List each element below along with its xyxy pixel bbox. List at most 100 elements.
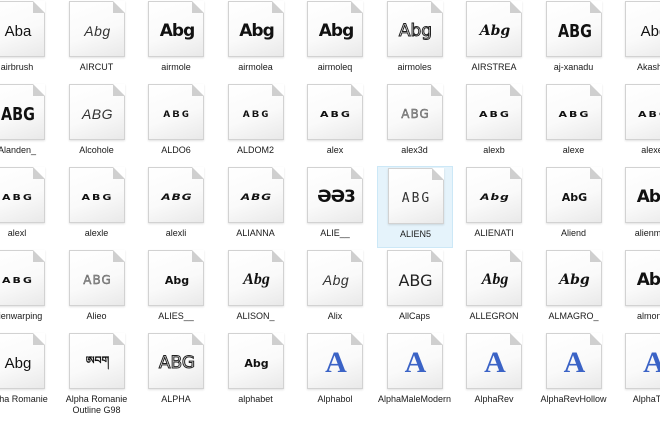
font-sample-preview: ABG (320, 109, 352, 119)
font-file-item[interactable]: Abg ALIENATI (456, 166, 532, 248)
font-file-item[interactable]: ABG alexle (59, 166, 135, 248)
font-file-item[interactable]: ABG Alcohole (59, 83, 135, 165)
font-file-item[interactable]: ABG alex (297, 83, 373, 165)
font-file-icon: Abg (148, 250, 204, 306)
font-file-name: ALIE__ (320, 228, 350, 238)
font-file-item[interactable]: Abg airmole (138, 0, 214, 82)
font-file-item[interactable]: AbG Aliend (536, 166, 612, 248)
font-file-item[interactable]: ABG alexl (0, 166, 55, 248)
font-sample-preview: A (404, 348, 427, 378)
page-fold-icon (430, 333, 443, 345)
font-file-icon: Abg (545, 250, 602, 306)
page-fold-icon (510, 167, 522, 179)
font-file-item[interactable]: A AlphaThin (615, 332, 660, 414)
font-file-icon: ABG (625, 84, 660, 140)
font-file-name: almonte (636, 311, 660, 321)
font-sample-preview: ABG (401, 107, 430, 121)
font-file-name: ALDO6 (161, 145, 191, 155)
font-file-item[interactable]: Abg Alix (297, 249, 373, 331)
font-file-item[interactable]: Abg alphabet (218, 332, 294, 414)
font-file-icon: Abg (227, 1, 284, 57)
page-fold-icon (33, 167, 45, 179)
page-fold-icon (351, 333, 363, 345)
page-fold-icon (430, 1, 443, 13)
font-file-item[interactable]: ABG alexel (615, 83, 660, 165)
font-file-icon: ƏƏ3 (307, 167, 363, 223)
font-sample-preview: ཨབག (85, 353, 110, 367)
font-file-name: alexb (483, 145, 505, 155)
font-file-item[interactable]: ABG alexb (456, 83, 532, 165)
font-file-icon: ABG (307, 84, 363, 140)
font-file-item[interactable]: Abg airmoleq (297, 0, 373, 82)
font-sample-preview: ABG (81, 106, 114, 122)
page-fold-icon (351, 1, 363, 13)
font-file-item[interactable]: ABG ALIANNA (218, 166, 294, 248)
font-sample-preview: Abg (318, 21, 355, 41)
page-fold-icon (33, 333, 45, 345)
font-file-item[interactable]: ABG Alanden_ (0, 83, 55, 165)
font-file-item[interactable]: ABG AllCaps (377, 249, 453, 331)
font-file-item[interactable]: Abg Akashi_ (615, 0, 660, 82)
font-file-name: ALMAGRO_ (548, 311, 599, 321)
font-file-item[interactable]: Abg ALISON_ (218, 249, 294, 331)
font-file-item[interactable]: Abg ALIES__ (138, 249, 214, 331)
page-fold-icon (430, 250, 443, 262)
font-file-item[interactable]: ABG alexe (536, 83, 612, 165)
font-sample-preview: A (325, 348, 347, 378)
font-sample-preview: ABG (81, 192, 114, 202)
font-file-item[interactable]: Abg almonte (615, 249, 660, 331)
font-file-item[interactable]: ABG alexli (138, 166, 214, 248)
font-file-name: Alpha Romanie Outline G98 (65, 394, 128, 415)
page-fold-icon (33, 1, 45, 13)
font-file-item[interactable]: Abg AIRCUT (59, 0, 135, 82)
font-file-item[interactable]: ABG alienwarping (0, 249, 55, 331)
page-fold-icon (510, 250, 522, 262)
font-sample-preview: ABG (398, 270, 433, 290)
page-fold-icon (351, 84, 363, 96)
page-fold-icon (33, 84, 45, 96)
font-file-item[interactable]: Abg airmoles (377, 0, 453, 82)
page-fold-icon (192, 84, 204, 96)
font-file-name: alex3d (401, 145, 428, 155)
font-file-name: AIRCUT (79, 62, 114, 72)
font-file-item[interactable]: ཨབག Alpha Romanie Outline G98 (59, 332, 135, 415)
font-sample-preview: Abg (239, 21, 275, 41)
font-sample-preview: Abg (243, 271, 270, 288)
font-file-item[interactable]: A AlphaRevHollow (536, 332, 612, 414)
page-fold-icon (271, 333, 284, 345)
font-file-icon: Abg (466, 250, 522, 306)
font-file-name: ALIANNA (236, 228, 275, 238)
font-file-item[interactable]: ABG aj-xanadu (536, 0, 612, 82)
font-file-icon: A (307, 333, 363, 389)
font-file-item[interactable]: Abg ALLEGRON (456, 249, 532, 331)
font-file-item[interactable]: ABG Alieo (59, 249, 135, 331)
font-file-item[interactable]: Abg ALMAGRO_ (536, 249, 612, 331)
font-file-item[interactable]: Aba airbrush (0, 0, 55, 82)
font-file-icon: Abg (466, 1, 522, 57)
font-file-item[interactable]: A AlphaMaleModern (377, 332, 453, 414)
font-file-name: Akashi_ (636, 62, 660, 72)
font-file-name: AlphaRev (474, 394, 514, 404)
font-file-item[interactable]: ABG ALIEN5 (376, 166, 453, 248)
font-file-item[interactable]: Abg alienman (615, 166, 660, 248)
font-file-item[interactable]: ABG alex3d (377, 83, 453, 165)
page-fold-icon (351, 167, 363, 179)
font-file-item[interactable]: A Alphabol (297, 332, 373, 414)
font-file-item[interactable]: ABG ALPHA (138, 332, 214, 414)
font-file-item[interactable]: A AlphaRev (456, 332, 532, 414)
page-fold-icon (112, 333, 125, 345)
font-file-item[interactable]: ABG ALDO6 (138, 83, 214, 165)
page-fold-icon (112, 84, 125, 96)
font-file-item[interactable]: ABG ALDOM2 (218, 83, 294, 165)
font-file-icon: ABG (0, 250, 45, 306)
font-file-item[interactable]: ƏƏ3 ALIE__ (297, 166, 373, 248)
page-fold-icon (589, 1, 602, 13)
font-sample-preview: ABG (557, 20, 592, 42)
font-file-name: alexle (84, 228, 109, 238)
font-file-item[interactable]: Abg airmolea (218, 0, 294, 82)
font-file-icon: A (545, 333, 602, 389)
font-file-icon: ABG (227, 167, 284, 223)
font-file-icon: Abg (307, 250, 363, 306)
font-file-item[interactable]: Abg Alpha Romanie (0, 332, 55, 414)
font-file-item[interactable]: Abg AIRSTREA (456, 0, 532, 82)
